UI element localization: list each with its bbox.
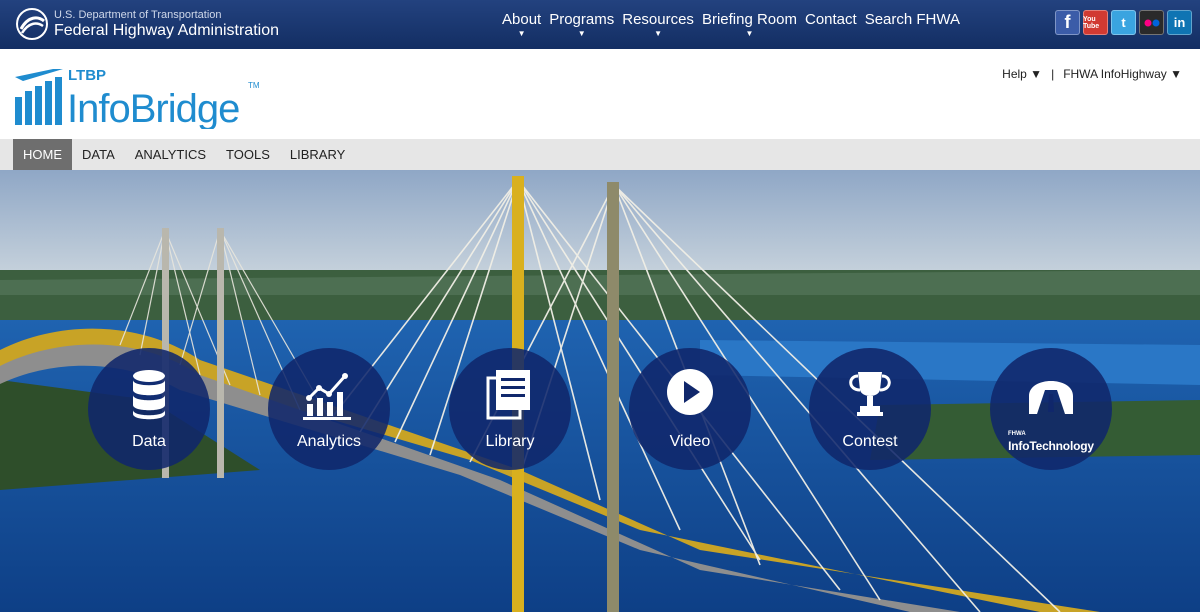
tile-library-label: Library <box>485 433 535 450</box>
chevron-down-icon: ▼ <box>654 29 662 38</box>
bar-chart-icon <box>303 373 351 420</box>
site-nav: HOME DATA ANALYTICS TOOLS LIBRARY <box>0 139 1200 170</box>
agency-brand[interactable]: U.S. Department of Transportation Federa… <box>16 8 279 40</box>
database-icon <box>133 370 165 420</box>
flickr-icon[interactable] <box>1139 10 1164 35</box>
tile-data[interactable]: Data <box>88 348 210 470</box>
trophy-icon <box>849 372 891 416</box>
tile-analytics-label: Analytics <box>296 433 362 450</box>
youtube-icon[interactable]: You Tube <box>1083 10 1108 35</box>
help-link[interactable]: Help ▼ <box>1002 67 1042 81</box>
nav-programs[interactable]: Programs ▼ <box>545 0 618 49</box>
agency-name: Federal Highway Administration <box>54 21 279 39</box>
chevron-down-icon: ▼ <box>577 29 586 38</box>
logo-tm-text: TM <box>248 81 260 90</box>
nav-resources[interactable]: Resources ▼ <box>618 0 698 49</box>
tile-video[interactable]: Video <box>629 348 751 470</box>
hero-banner: Data Analytics Library Video Contest FHW… <box>0 170 1200 612</box>
tab-home[interactable]: HOME <box>13 139 72 170</box>
nav-contact-label: Contact <box>804 11 857 28</box>
tile-analytics[interactable]: Analytics <box>268 348 390 470</box>
tile-data-label: Data <box>132 433 166 450</box>
nav-search-fhwa[interactable]: Search FHWA <box>861 0 964 49</box>
logo-infobridge-text: InfoBridge <box>67 87 239 129</box>
tile-contest-label: Contest <box>842 433 898 450</box>
agency-dept: U.S. Department of Transportation <box>54 8 222 21</box>
tile-infotech-label: InfoTechnology <box>1008 439 1094 453</box>
social-links: f You Tube t in <box>1052 10 1192 35</box>
fhwa-infohighway-link[interactable]: FHWA InfoHighway ▼ <box>1063 67 1182 81</box>
utility-links: Help ▼ | FHWA InfoHighway ▼ <box>1002 67 1182 81</box>
tab-tools[interactable]: TOOLS <box>216 139 280 170</box>
fhwa-main-nav: About ▼ Programs ▼ Resources ▼ Briefing … <box>498 0 964 49</box>
flickr-dots-icon <box>1144 19 1159 26</box>
ltbp-infobridge-logo[interactable]: LTBP InfoBridge TM <box>13 67 268 129</box>
nav-about[interactable]: About ▼ <box>498 0 545 49</box>
fhwa-top-bar: U.S. Department of Transportation Federa… <box>0 0 1200 49</box>
road-icon <box>1029 381 1073 414</box>
nav-search-fhwa-label: Search FHWA <box>864 11 960 28</box>
tile-library[interactable]: Library <box>449 348 571 470</box>
site-header: LTBP InfoBridge TM Help ▼ | FHWA InfoHig… <box>0 49 1200 139</box>
utility-separator: | <box>1051 67 1055 81</box>
nav-contact[interactable]: Contact <box>801 0 861 49</box>
tile-video-label: Video <box>669 433 711 450</box>
linkedin-icon[interactable]: in <box>1167 10 1192 35</box>
nav-briefing-room[interactable]: Briefing Room ▼ <box>698 0 801 49</box>
nav-resources-label: Resources <box>622 11 694 28</box>
tab-analytics[interactable]: ANALYTICS <box>125 139 216 170</box>
tab-library[interactable]: LIBRARY <box>280 139 355 170</box>
twitter-icon[interactable]: t <box>1111 10 1136 35</box>
dot-logo-icon <box>16 8 48 40</box>
tab-data[interactable]: DATA <box>72 139 125 170</box>
nav-briefing-room-label: Briefing Room <box>701 11 797 28</box>
tile-infotechnology[interactable]: FHWA InfoTechnology <box>990 348 1112 470</box>
facebook-icon[interactable]: f <box>1055 10 1080 35</box>
chevron-down-icon: ▼ <box>745 29 754 38</box>
chevron-down-icon: ▼ <box>517 29 526 38</box>
nav-programs-label: Programs <box>549 11 615 28</box>
tile-infotech-small-label: FHWA <box>1008 431 1026 437</box>
logo-ltbp-text: LTBP <box>68 67 106 84</box>
tile-contest[interactable]: Contest <box>809 348 931 470</box>
play-icon <box>667 369 713 415</box>
library-icon <box>486 370 530 420</box>
nav-about-label: About <box>502 11 542 28</box>
